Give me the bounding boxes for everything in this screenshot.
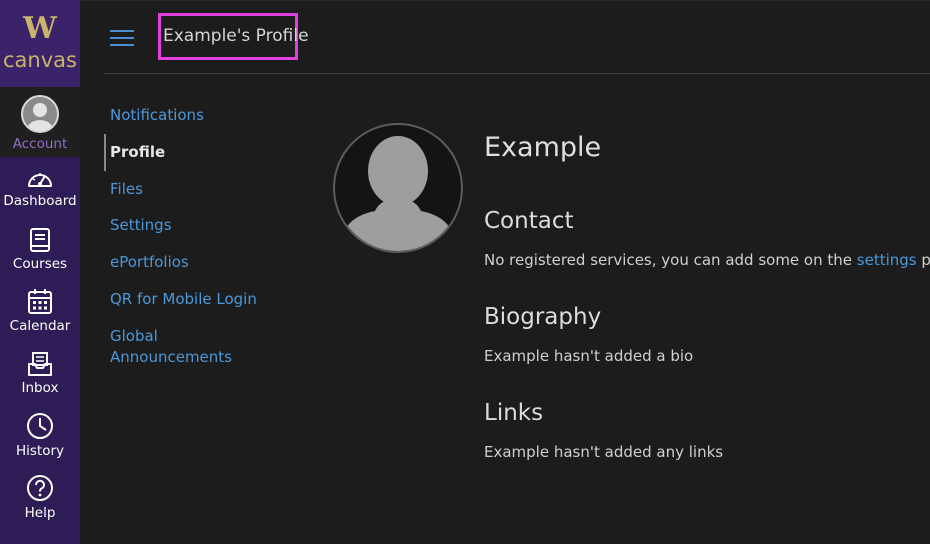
nav-courses-label: Courses bbox=[12, 256, 68, 272]
menu-item-settings[interactable]: Settings bbox=[110, 215, 172, 236]
profile-name: Example bbox=[484, 132, 602, 163]
contact-text: No registered services, you can add some… bbox=[484, 250, 930, 271]
inbox-icon bbox=[28, 352, 52, 376]
page-title: Example's Profile bbox=[163, 26, 309, 46]
links-text: Example hasn't added any links bbox=[484, 443, 724, 461]
top-edge bbox=[80, 0, 930, 1]
nav-help[interactable]: Help bbox=[0, 474, 80, 521]
biography-heading: Biography bbox=[484, 304, 602, 330]
contact-heading: Contact bbox=[484, 208, 574, 234]
menu-item-global-announcements[interactable]: Global Announcements bbox=[110, 326, 260, 368]
global-nav: W canvas Account Dashboard Courses Calen… bbox=[0, 0, 80, 544]
header-divider bbox=[104, 73, 930, 74]
nav-history-label: History bbox=[15, 443, 65, 459]
biography-text: Example hasn't added a bio bbox=[484, 347, 694, 365]
courses-icon bbox=[30, 228, 50, 252]
nav-help-label: Help bbox=[24, 505, 56, 521]
nav-inbox-label: Inbox bbox=[21, 380, 59, 396]
help-icon bbox=[27, 475, 53, 501]
nav-calendar-label: Calendar bbox=[9, 318, 71, 334]
logo-mark: W bbox=[23, 11, 57, 46]
links-heading: Links bbox=[484, 400, 544, 426]
nav-dashboard-label: Dashboard bbox=[3, 193, 77, 209]
settings-link[interactable]: settings bbox=[857, 251, 917, 269]
dashboard-icon bbox=[28, 173, 52, 187]
hamburger-icon[interactable] bbox=[110, 28, 134, 48]
nav-calendar[interactable]: Calendar bbox=[0, 288, 80, 334]
nav-account[interactable]: Account bbox=[0, 87, 80, 157]
contact-text-before: No registered services, you can add some… bbox=[484, 251, 857, 269]
menu-item-qr-mobile-login[interactable]: QR for Mobile Login bbox=[110, 289, 257, 310]
profile-avatar bbox=[333, 123, 463, 253]
contact-text-after: page. bbox=[921, 251, 930, 269]
menu-item-notifications[interactable]: Notifications bbox=[110, 105, 204, 126]
canvas-logo[interactable]: W canvas bbox=[0, 0, 80, 87]
logo-text: canvas bbox=[3, 48, 77, 72]
nav-inbox[interactable]: Inbox bbox=[0, 351, 80, 396]
nav-dashboard[interactable]: Dashboard bbox=[0, 168, 80, 209]
active-indicator bbox=[104, 134, 106, 171]
nav-account-label: Account bbox=[12, 136, 68, 152]
menu-item-profile[interactable]: Profile bbox=[110, 142, 165, 163]
calendar-icon bbox=[28, 289, 52, 314]
menu-item-eportfolios[interactable]: ePortfolios bbox=[110, 252, 189, 273]
nav-history[interactable]: History bbox=[0, 412, 80, 459]
nav-courses[interactable]: Courses bbox=[0, 227, 80, 272]
avatar-icon bbox=[21, 95, 59, 133]
menu-item-files[interactable]: Files bbox=[110, 179, 143, 200]
history-icon bbox=[27, 413, 53, 439]
